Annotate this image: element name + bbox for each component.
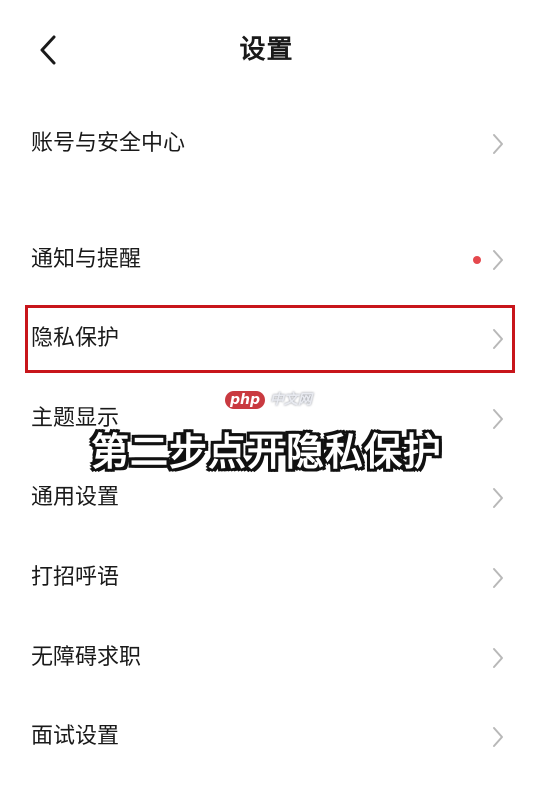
chevron-right-icon [493,134,503,154]
settings-item-label: 面试设置 [31,724,120,749]
settings-item-notifications[interactable]: 通知与提醒 [0,230,533,290]
chevron-right-icon [493,329,503,349]
settings-item-label: 通用设置 [31,485,120,510]
chevron-right-icon [493,648,503,668]
settings-item-accessibility[interactable]: 无障碍求职 [0,628,533,688]
settings-item-interview[interactable]: 面试设置 [0,707,533,767]
settings-item-privacy[interactable]: 隐私保护 [0,309,533,369]
settings-item-greeting[interactable]: 打招呼语 [0,548,533,608]
settings-item-label: 隐私保护 [31,326,120,351]
chevron-right-icon [493,409,503,429]
page-title: 设置 [239,35,294,65]
settings-item-theme[interactable]: 主题显示 [0,389,533,449]
chevron-right-icon [493,250,503,270]
settings-item-account-security[interactable]: 账号与安全中心 [0,114,533,174]
notification-dot-badge [473,256,481,264]
settings-item-label: 主题显示 [31,406,120,431]
settings-item-general[interactable]: 通用设置 [0,468,533,528]
chevron-right-icon [493,727,503,747]
chevron-right-icon [493,488,503,508]
settings-item-label: 打招呼语 [31,565,120,590]
settings-item-label: 无障碍求职 [31,645,142,670]
header-bar: 设置 [0,0,533,100]
settings-item-label: 通知与提醒 [31,247,142,272]
chevron-right-icon [493,568,503,588]
settings-item-label: 账号与安全中心 [31,131,186,156]
